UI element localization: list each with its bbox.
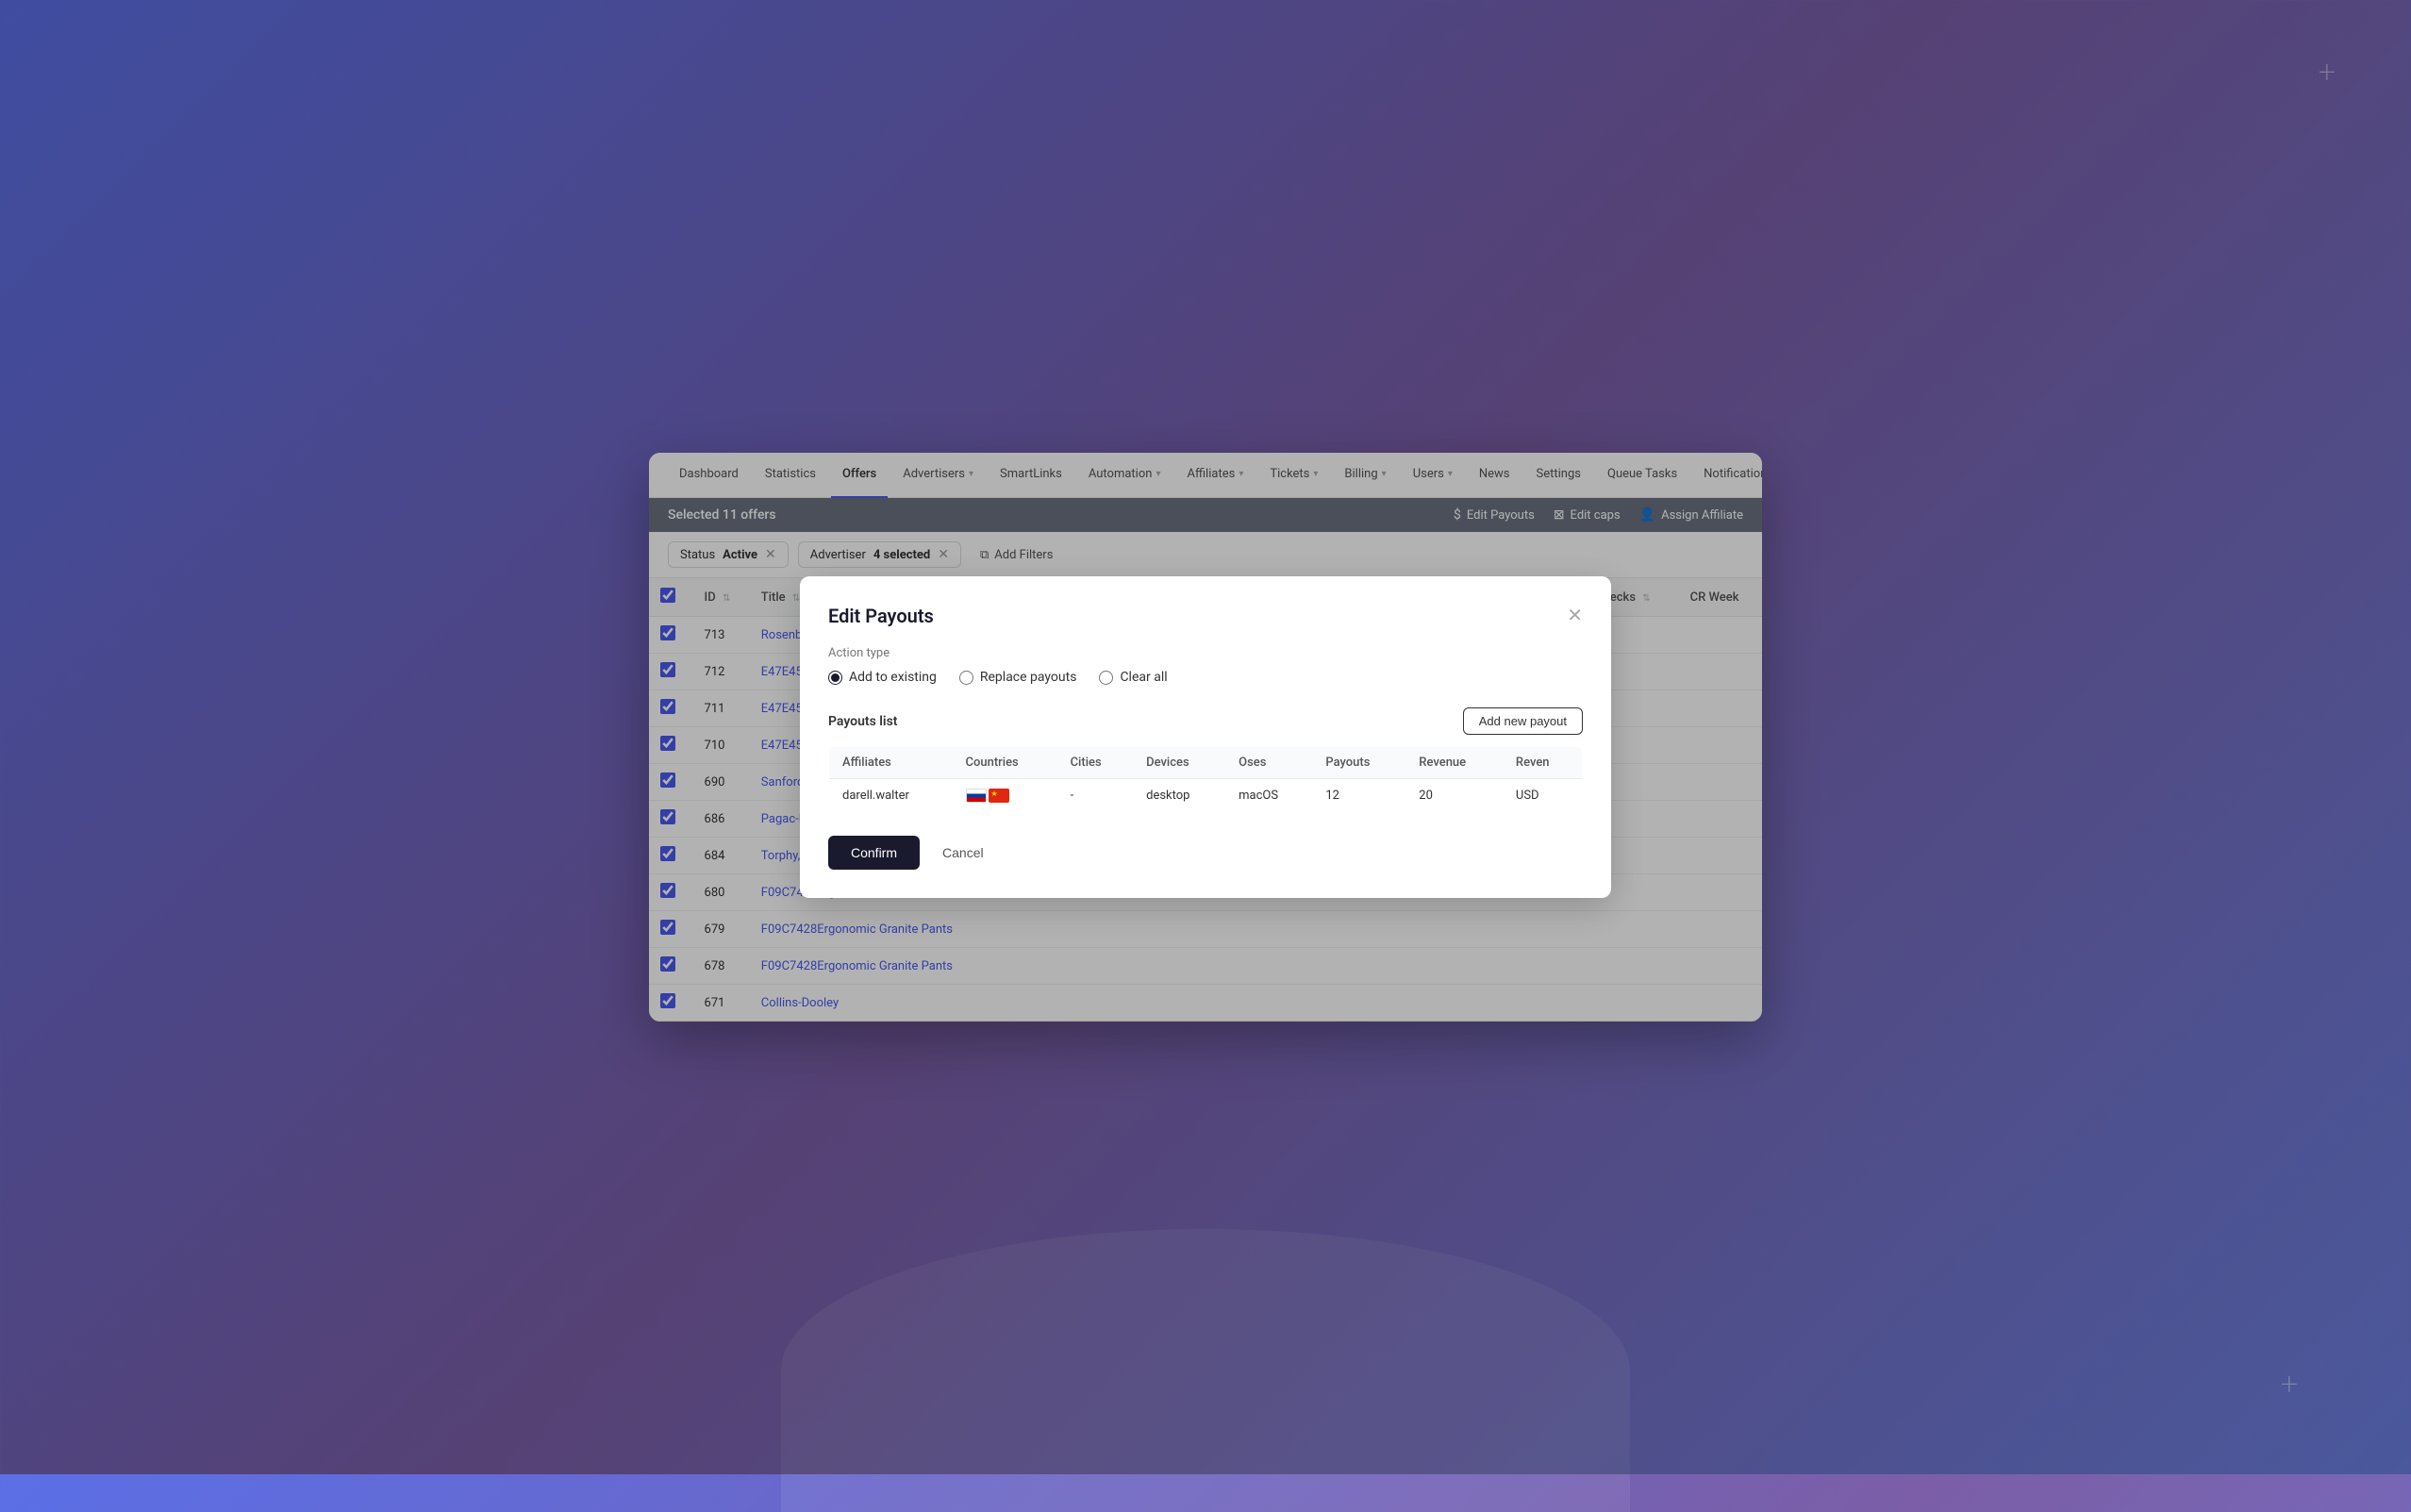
pcell-countries: ★ [953,779,1057,813]
pcell-payouts: 12 [1312,779,1405,813]
confirm-button[interactable]: Confirm [828,836,920,870]
payouts-row: darell.walter ★ - desktop macOS 12 20 [829,779,1583,813]
flag-ru-icon [966,789,987,803]
pcell-devices: desktop [1133,779,1225,813]
payouts-list-label: Payouts list [828,714,897,729]
flag-cn-icon: ★ [989,789,1009,803]
pcol-payouts: Payouts [1312,747,1405,779]
pcol-reven: Reven [1503,747,1583,779]
add-new-payout-button[interactable]: Add new payout [1463,707,1583,735]
pcell-cities: - [1057,779,1134,813]
radio-clear-all[interactable]: Clear all [1099,670,1167,685]
radio-replace-payouts[interactable]: Replace payouts [959,670,1077,685]
payouts-list-header: Payouts list Add new payout [828,707,1583,735]
modal-header: Edit Payouts ✕ [828,605,1583,627]
cancel-button[interactable]: Cancel [931,836,995,870]
pcol-oses: Oses [1225,747,1312,779]
pcell-reven: USD [1503,779,1583,813]
modal-close-button[interactable]: ✕ [1567,606,1583,625]
pcell-affiliates: darell.walter [829,779,953,813]
modal-footer: Confirm Cancel [828,836,1583,870]
modal-title: Edit Payouts [828,605,934,627]
payouts-header-row: Affiliates Countries Cities Devices Oses… [829,747,1583,779]
pcol-devices: Devices [1133,747,1225,779]
pcell-revenue: 20 [1405,779,1503,813]
pcol-cities: Cities [1057,747,1134,779]
radio-clear-input[interactable] [1099,671,1113,685]
action-type-label: Action type [828,646,1583,660]
edit-payouts-modal: Edit Payouts ✕ Action type Add to existi… [800,576,1611,898]
pcol-revenue: Revenue [1405,747,1503,779]
country-flags: ★ [966,789,1044,803]
radio-replace-input[interactable] [959,671,973,685]
pcell-oses: macOS [1225,779,1312,813]
radio-add-input[interactable] [828,671,842,685]
radio-add-to-existing[interactable]: Add to existing [828,670,937,685]
modal-overlay[interactable]: Edit Payouts ✕ Action type Add to existi… [0,0,2411,1474]
pcol-affiliates: Affiliates [829,747,953,779]
payouts-table: Affiliates Countries Cities Devices Oses… [828,746,1583,813]
pcol-countries: Countries [953,747,1057,779]
action-type-radio-group: Add to existing Replace payouts Clear al… [828,670,1583,685]
